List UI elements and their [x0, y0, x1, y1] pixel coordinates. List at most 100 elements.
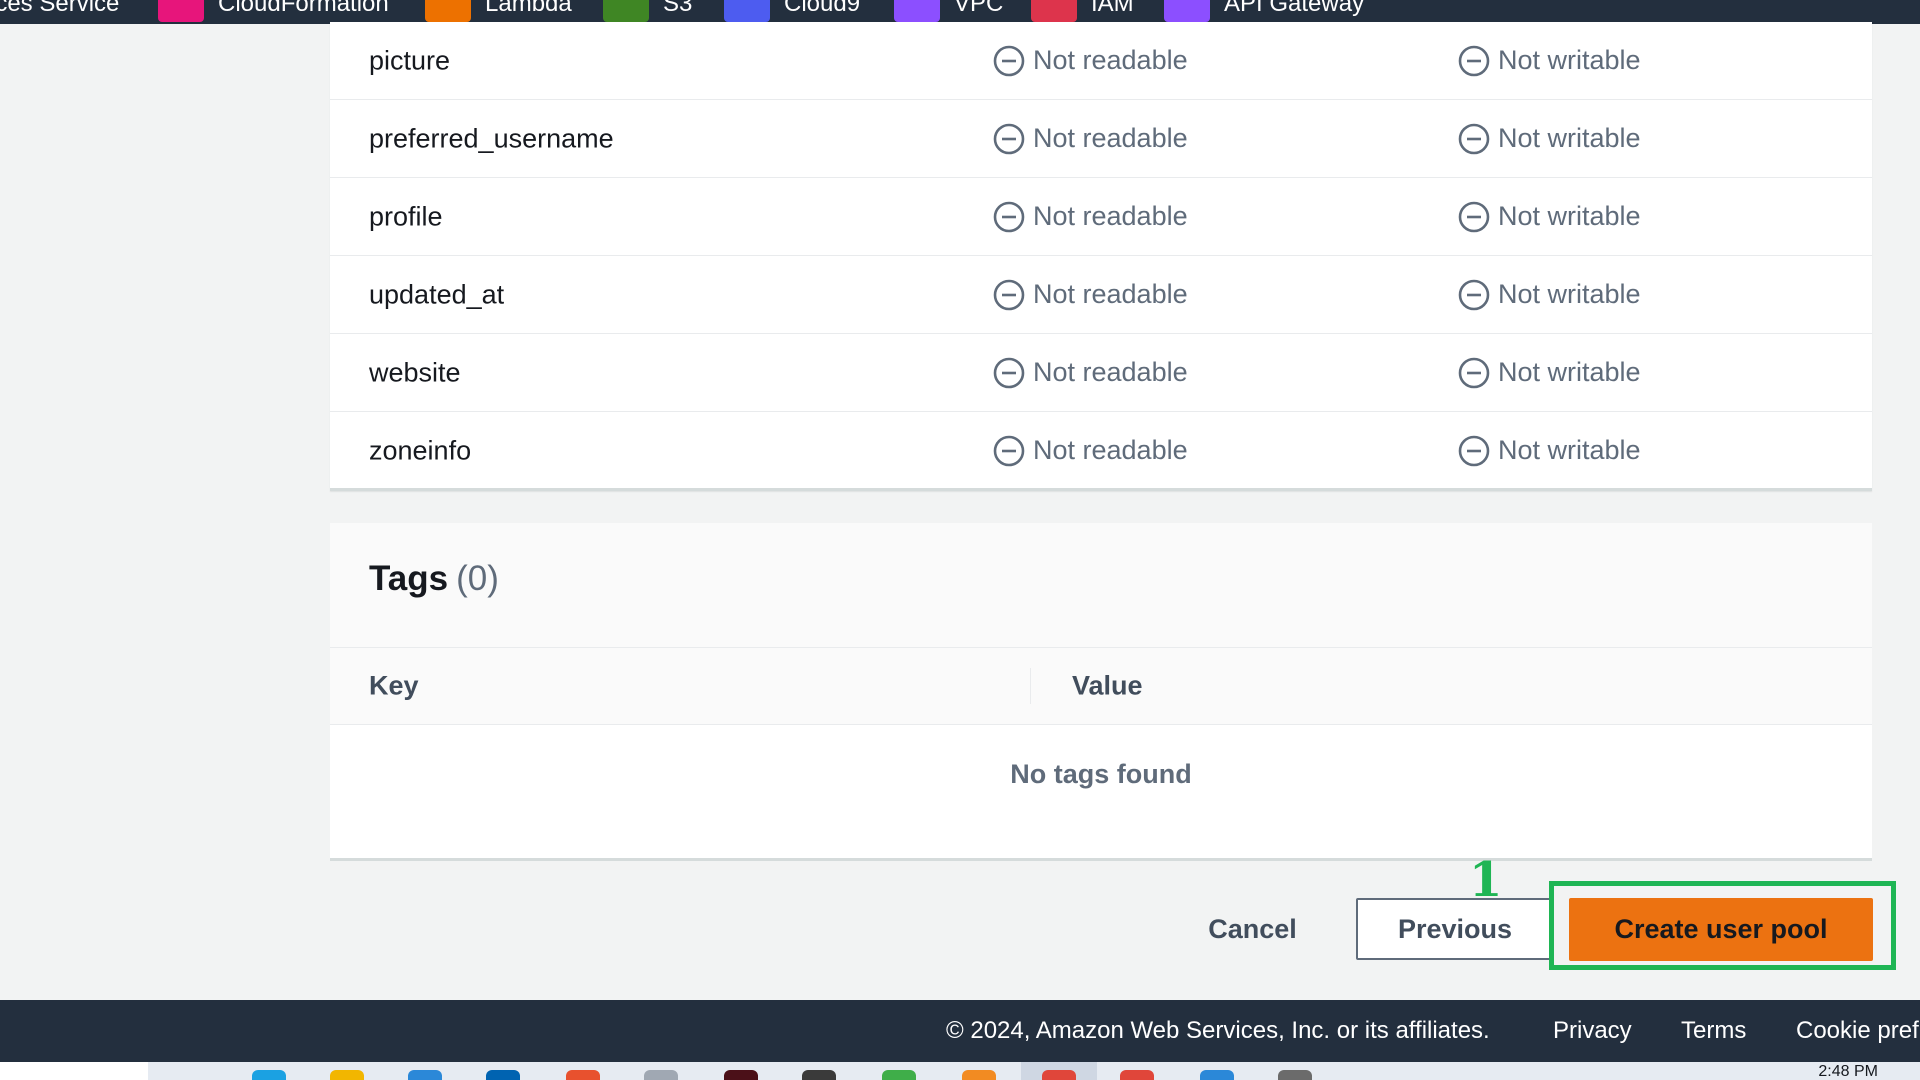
attribute-name: picture — [369, 45, 451, 75]
nav-service-iam[interactable]: IAM — [1031, 0, 1134, 22]
nav-service-cloudformation[interactable]: CloudFormation — [158, 0, 389, 22]
cookie-preferences-link[interactable]: Cookie pref — [1796, 1017, 1919, 1045]
tags-count: (0) — [456, 559, 499, 598]
nav-service-label: Lambda — [485, 0, 572, 17]
cancel-button[interactable]: Cancel — [1190, 905, 1315, 953]
not-allowed-icon — [993, 435, 1025, 466]
write-permission-label: Not writable — [1498, 45, 1641, 75]
previous-button[interactable]: Previous — [1356, 898, 1554, 960]
table-row: profile Not readable Not writable — [330, 178, 1872, 256]
column-divider — [1030, 668, 1031, 704]
nav-service-label: CloudFormation — [218, 0, 389, 17]
table-row: picture Not readable Not writable — [330, 22, 1872, 100]
nav-service-api-gateway[interactable]: API Gateway — [1164, 0, 1364, 22]
read-permission: Not readable — [993, 201, 1188, 233]
create-user-pool-button[interactable]: Create user pool — [1569, 898, 1873, 961]
not-allowed-icon — [1458, 357, 1490, 388]
annotation-step-number: 1 — [1469, 852, 1503, 908]
write-permission-label: Not writable — [1498, 279, 1641, 309]
nav-service-label: IAM — [1091, 0, 1134, 17]
read-permission-label: Not readable — [1033, 45, 1188, 75]
column-header-value[interactable]: Value — [1072, 671, 1143, 702]
privacy-link[interactable]: Privacy — [1553, 1017, 1632, 1045]
app-icon[interactable] — [962, 1070, 996, 1080]
vscode-icon[interactable] — [486, 1070, 520, 1080]
taskbar-widgets[interactable] — [0, 1062, 148, 1080]
s3-icon — [603, 0, 649, 22]
service-favorites-bar: ices Service CloudFormation Lambda S3 Cl… — [0, 0, 1920, 24]
copyright-text: © 2024, Amazon Web Services, Inc. or its… — [946, 1017, 1490, 1044]
edge-icon[interactable] — [252, 1070, 286, 1080]
not-allowed-icon — [1458, 279, 1490, 310]
app-icon[interactable] — [1200, 1070, 1234, 1080]
not-allowed-icon — [993, 201, 1025, 232]
read-permission-label: Not readable — [1033, 279, 1188, 309]
nav-service-previous[interactable]: ices Service — [0, 0, 119, 22]
lambda-icon — [425, 0, 471, 22]
console-footer: © 2024, Amazon Web Services, Inc. or its… — [0, 1000, 1920, 1062]
chrome-icon[interactable] — [1042, 1070, 1076, 1080]
file-explorer-icon[interactable] — [330, 1070, 364, 1080]
os-taskbar: 2:48 PM — [0, 1062, 1920, 1080]
app-icon[interactable] — [724, 1070, 758, 1080]
tags-heading: Tags (0) — [369, 559, 499, 599]
not-allowed-icon — [1458, 435, 1490, 466]
attribute-name: zoneinfo — [369, 435, 472, 465]
store-icon[interactable] — [408, 1070, 442, 1080]
attribute-permissions-table: picture Not readable Not writable prefer… — [330, 22, 1872, 491]
read-permission-label: Not readable — [1033, 357, 1188, 387]
read-permission: Not readable — [993, 357, 1188, 389]
notepad-icon[interactable] — [644, 1070, 678, 1080]
table-row: website Not readable Not writable — [330, 334, 1872, 412]
cloudformation-icon — [158, 0, 204, 22]
attribute-name: preferred_username — [369, 123, 614, 153]
vpc-icon — [894, 0, 940, 22]
not-allowed-icon — [993, 279, 1025, 310]
table-row: preferred_username Not readable Not writ… — [330, 100, 1872, 178]
table-row: updated_at Not readable Not writable — [330, 256, 1872, 334]
write-permission: Not writable — [1458, 279, 1641, 311]
attribute-name: website — [369, 357, 461, 387]
tags-header: Tags (0) — [330, 523, 1872, 648]
tags-table-header: Key Value — [330, 648, 1872, 725]
column-header-key[interactable]: Key — [369, 671, 419, 702]
empty-state-message: No tags found — [1010, 759, 1192, 789]
nav-service-label: VPC — [954, 0, 1004, 17]
api-gateway-icon — [1164, 0, 1210, 22]
read-permission: Not readable — [993, 435, 1188, 467]
not-allowed-icon — [1458, 45, 1490, 76]
terms-link[interactable]: Terms — [1681, 1017, 1746, 1045]
write-permission-label: Not writable — [1498, 123, 1641, 153]
write-permission-label: Not writable — [1498, 435, 1641, 465]
write-permission: Not writable — [1458, 201, 1641, 233]
attribute-name: updated_at — [369, 279, 505, 309]
cloud9-icon — [724, 0, 770, 22]
nav-service-label: S3 — [663, 0, 693, 17]
not-allowed-icon — [1458, 201, 1490, 232]
write-permission: Not writable — [1458, 45, 1641, 77]
not-allowed-icon — [1458, 123, 1490, 154]
table-row: zoneinfo Not readable Not writable — [330, 412, 1872, 489]
app-icon[interactable] — [566, 1070, 600, 1080]
nav-service-label: ices Service — [0, 0, 120, 17]
nav-service-label: Cloud9 — [784, 0, 861, 17]
read-permission: Not readable — [993, 279, 1188, 311]
not-allowed-icon — [993, 123, 1025, 154]
write-permission: Not writable — [1458, 123, 1641, 155]
nav-service-vpc[interactable]: VPC — [894, 0, 1003, 22]
chrome-icon[interactable] — [1120, 1070, 1154, 1080]
write-permission-label: Not writable — [1498, 201, 1641, 231]
app-icon[interactable] — [1278, 1070, 1312, 1080]
app-icon[interactable] — [882, 1070, 916, 1080]
iam-icon — [1031, 0, 1077, 22]
nav-service-s3[interactable]: S3 — [603, 0, 692, 22]
clock-time[interactable]: 2:48 PM — [1818, 1063, 1878, 1080]
read-permission: Not readable — [993, 45, 1188, 77]
attribute-name: profile — [369, 201, 443, 231]
read-permission: Not readable — [993, 123, 1188, 155]
nav-service-label: API Gateway — [1224, 0, 1365, 17]
tags-panel: Tags (0) Key Value No tags found — [330, 523, 1872, 861]
nav-service-cloud9[interactable]: Cloud9 — [724, 0, 860, 22]
nav-service-lambda[interactable]: Lambda — [425, 0, 572, 22]
terminal-icon[interactable] — [802, 1070, 836, 1080]
